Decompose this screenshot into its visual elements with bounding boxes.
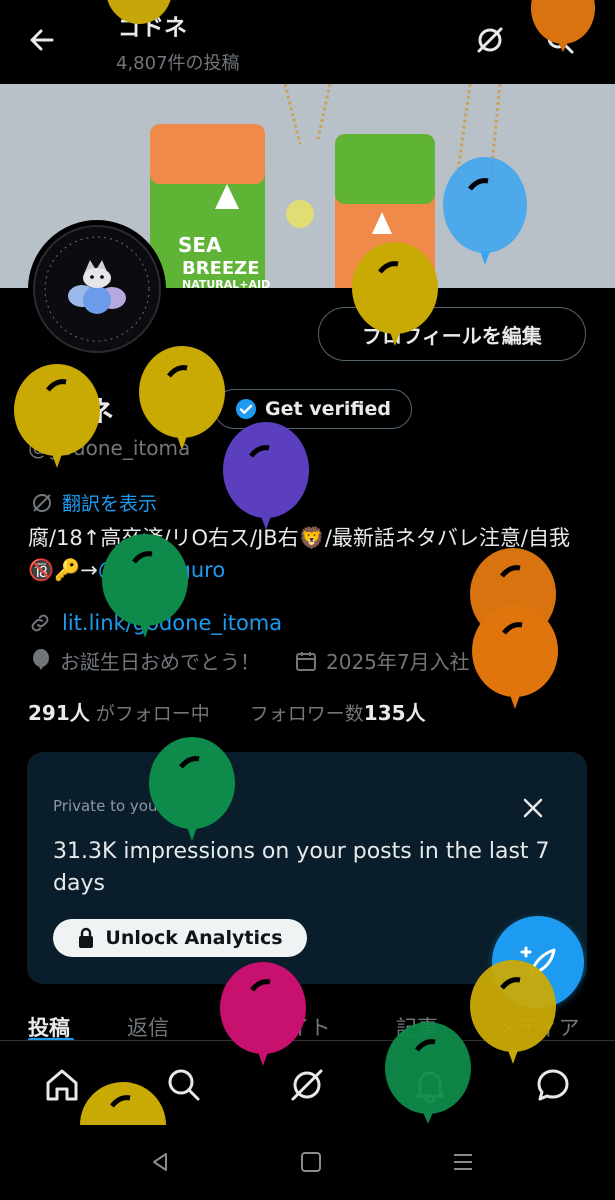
balloon-decoration (221, 422, 311, 542)
search-nav-icon[interactable] (162, 1063, 206, 1107)
following-count[interactable]: 291人 (28, 697, 90, 726)
balloon-decoration (440, 155, 530, 275)
tab-replies[interactable]: 返信 (127, 1012, 169, 1042)
system-nav-bar (0, 1125, 615, 1200)
balloon-decoration (470, 605, 560, 720)
translate-icon (30, 491, 54, 515)
unlock-analytics-button[interactable]: Unlock Analytics (53, 919, 307, 957)
balloon-decoration (104, 0, 174, 25)
balloon-decoration (147, 737, 237, 852)
followers-label[interactable]: フォロワー数 (250, 699, 364, 726)
balloon-decoration (383, 1022, 473, 1127)
post-count: 4,807件の投稿 (116, 53, 240, 74)
banner-text-2: BREEZE (182, 258, 260, 279)
top-header (0, 0, 615, 84)
close-icon[interactable] (517, 792, 549, 824)
unlock-analytics-label: Unlock Analytics (105, 927, 283, 949)
calendar-icon (294, 649, 318, 673)
balloon-decoration (12, 364, 102, 476)
translate-row[interactable]: 翻訳を表示 (30, 489, 157, 516)
joined-date: 2025年7月入社 (326, 650, 470, 674)
system-back-icon[interactable] (145, 1147, 175, 1177)
lock-icon (77, 927, 95, 949)
banner-text-3: NATURAL+AID (182, 278, 270, 288)
balloon-decoration (528, 0, 598, 55)
get-verified-label: Get verified (265, 398, 391, 420)
verified-badge-icon (235, 398, 257, 420)
balloon-decoration (350, 242, 440, 354)
balloon-decoration (137, 346, 227, 458)
meta-row: お誕生日おめでとう！ 2025年7月入社 (30, 646, 470, 675)
impressions-text: 31.3K impressions on your posts in the l… (53, 839, 550, 896)
birthday-text: お誕生日おめでとう！ (60, 650, 260, 674)
grok-icon[interactable] (472, 22, 508, 58)
back-arrow-icon[interactable] (24, 22, 60, 58)
link-icon (28, 611, 52, 635)
translate-link[interactable]: 翻訳を表示 (62, 489, 157, 516)
avatar[interactable] (28, 220, 166, 358)
banner-text-1: SEA (178, 233, 222, 257)
following-label[interactable]: がフォロー中 (96, 699, 210, 726)
system-recents-icon[interactable] (448, 1147, 478, 1177)
balloon-decoration (100, 534, 190, 646)
follow-stats: 291人 がフォロー中 フォロワー数 135人 (28, 697, 426, 726)
system-home-icon[interactable] (296, 1147, 326, 1177)
balloon-decoration (218, 962, 308, 1077)
private-label: Private to you (53, 797, 158, 815)
followers-count[interactable]: 135人 (364, 697, 426, 726)
balloon-decoration (78, 1080, 168, 1125)
balloon-decoration (468, 960, 558, 1075)
balloon-icon (30, 648, 52, 673)
